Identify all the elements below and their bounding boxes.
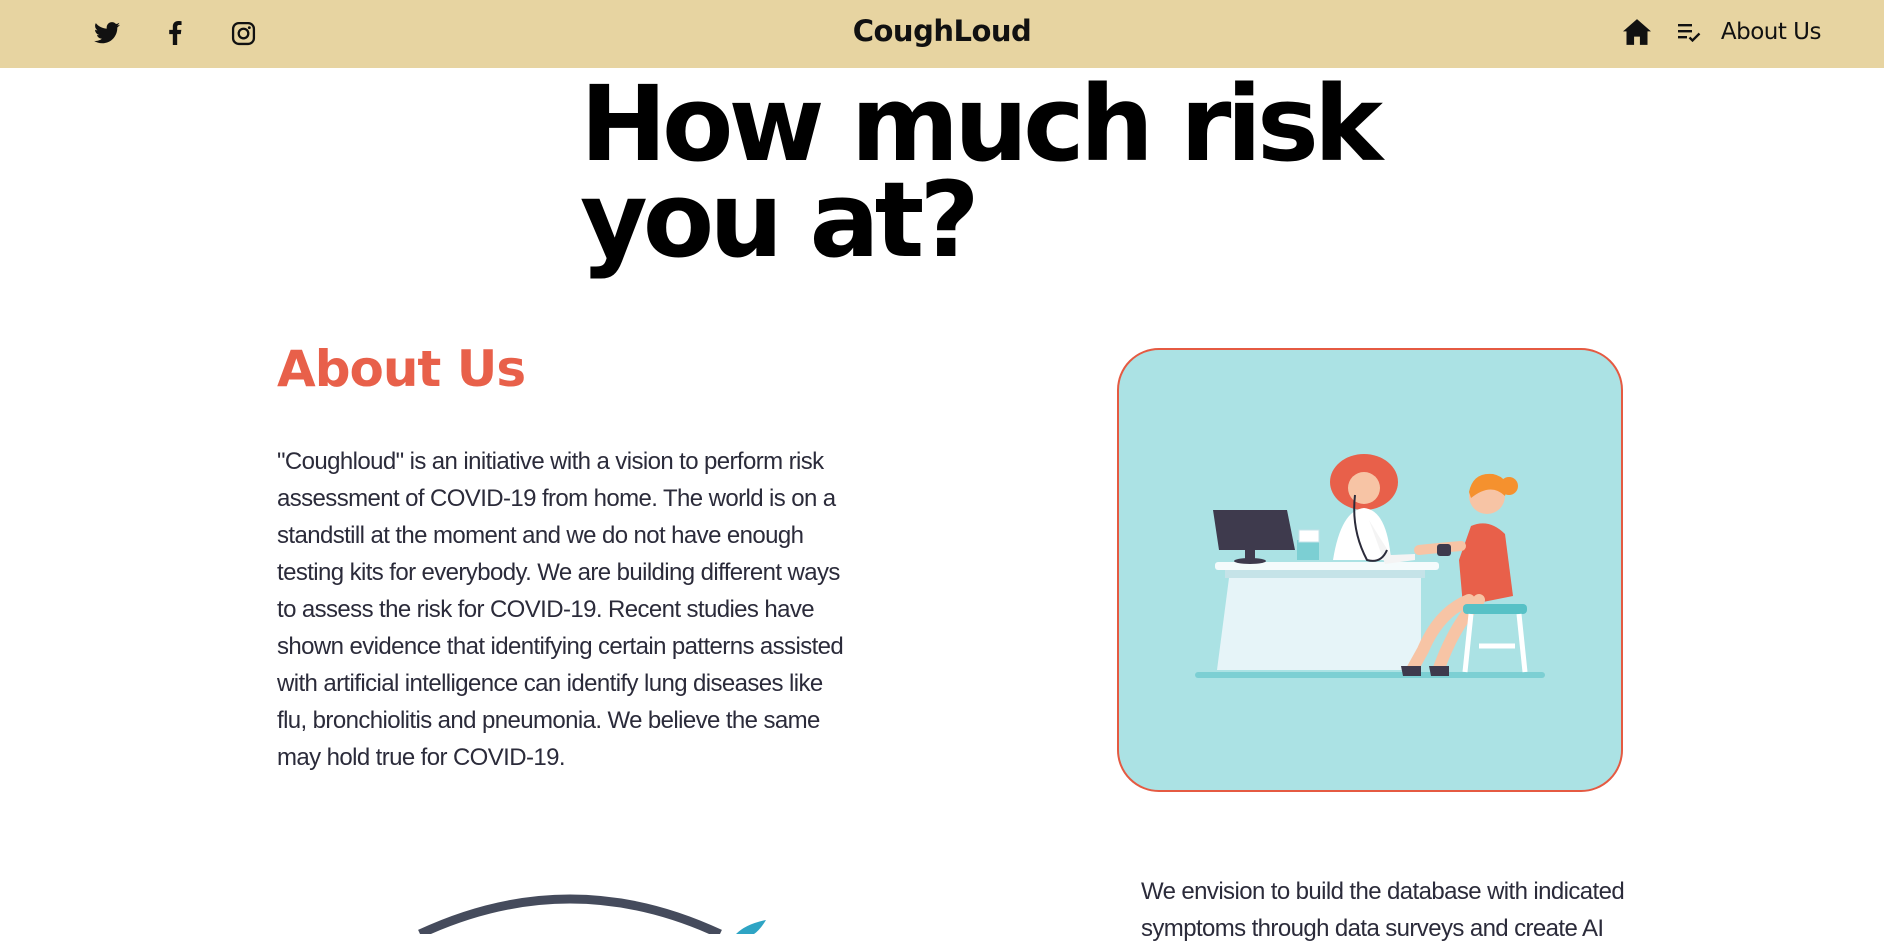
home-icon[interactable] xyxy=(1621,16,1653,48)
bottom-illustration-partial xyxy=(380,880,800,939)
about-paragraph: "Coughloud" is an initiative with a visi… xyxy=(277,448,844,771)
doctor-patient-illustration xyxy=(1117,348,1623,792)
about-heading: About Us xyxy=(277,340,526,398)
playlist-check-icon[interactable] xyxy=(1675,17,1705,47)
hero-line-2: you at? xyxy=(580,159,980,281)
vision-paragraph: We envision to build the database with i… xyxy=(1141,878,1625,942)
brand-logo-text[interactable]: CoughLoud xyxy=(0,14,1884,48)
nav-right: About Us xyxy=(1621,16,1822,48)
hero-heading: How much risk you at? xyxy=(580,72,1400,272)
nav-about-link[interactable]: About Us xyxy=(1721,19,1822,45)
top-navbar: CoughLoud About Us xyxy=(0,0,1884,68)
